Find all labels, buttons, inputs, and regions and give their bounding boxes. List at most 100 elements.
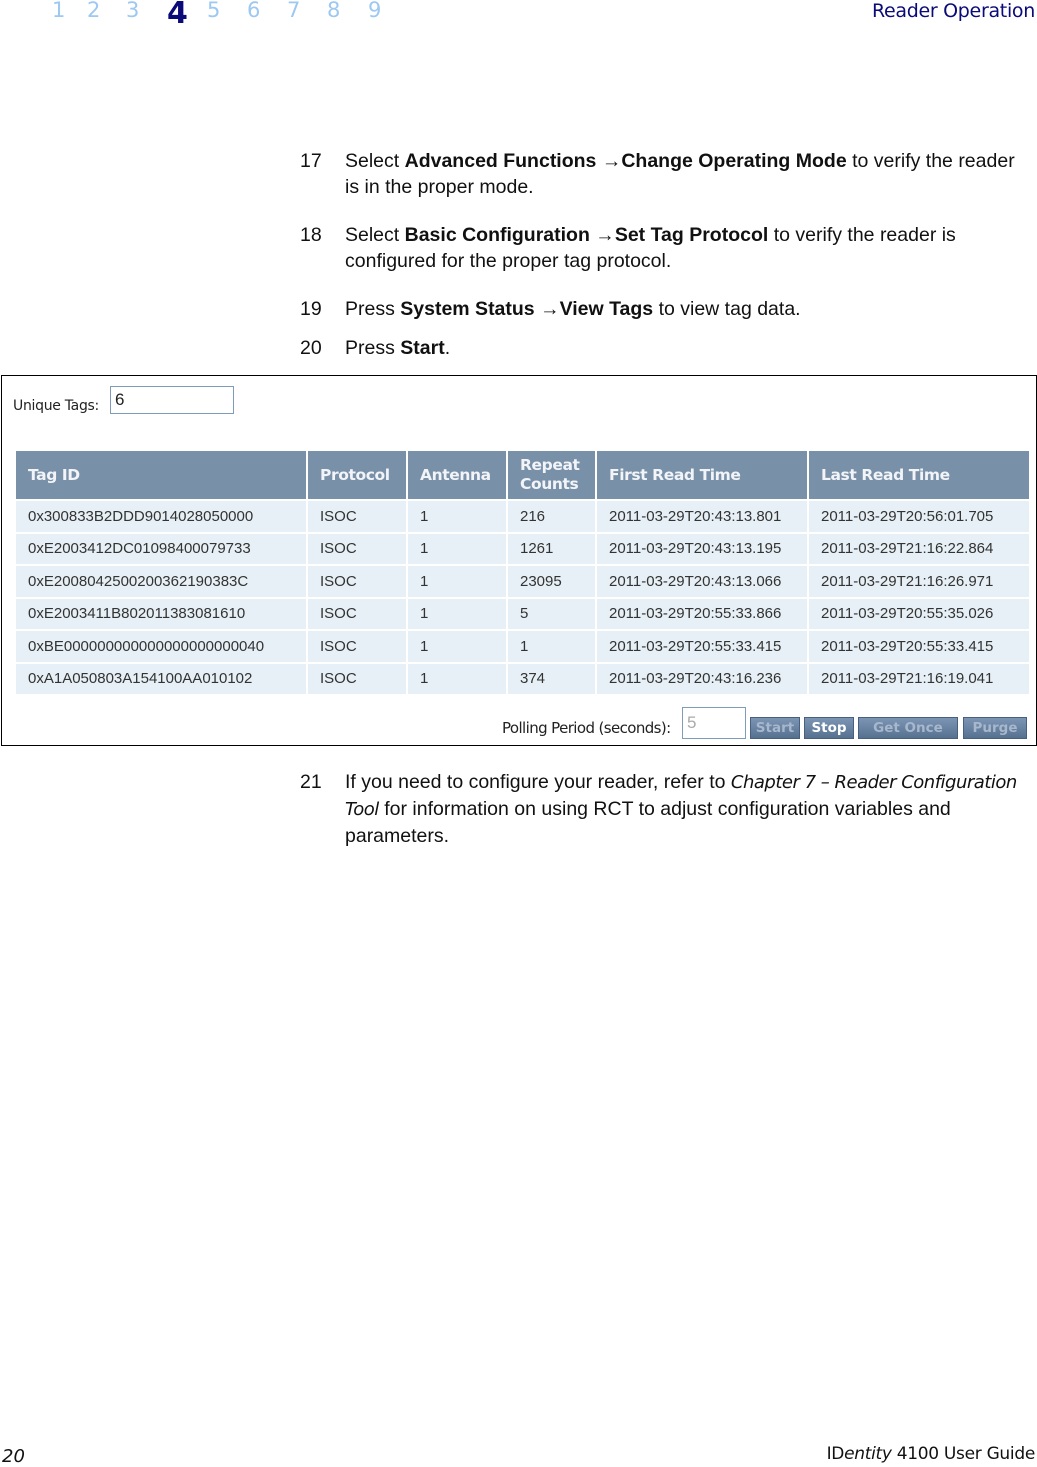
repeat-count-cell: 1261 [508, 533, 595, 564]
chapter-link-8[interactable]: 8 [327, 0, 340, 22]
chapter-link-9[interactable]: 9 [368, 0, 381, 22]
column-header-tag-id: Tag ID [16, 451, 306, 499]
first-read-time-cell: 2011-03-29T20:43:13.195 [597, 533, 807, 564]
step-21: 21 If you need to configure your reader,… [300, 769, 1030, 849]
table-row: 0x300833B2DDD9014028050000 ISOC 1 216 2011-0… [16, 501, 1029, 532]
protocol-cell: ISOC [308, 533, 406, 564]
step-20: 20 Press Start. [300, 335, 1030, 361]
menu-name: System Status [400, 298, 535, 320]
first-read-time-cell: 2011-03-29T20:43:13.801 [597, 501, 807, 532]
antenna-cell: 1 [408, 598, 506, 629]
step-text: Select Basic Configuration →Set Tag Prot… [345, 222, 1030, 274]
antenna-cell: 1 [408, 566, 506, 597]
menu-item-name: View Tags [559, 298, 654, 320]
menu-name: Advanced Functions [404, 150, 597, 172]
get-once-button[interactable]: Get Once [858, 717, 958, 739]
step-number: 20 [300, 337, 322, 359]
table-row: 0xBE000000000000000000000040 ISOC 1 1 2011-0… [16, 631, 1029, 662]
unique-tags-label: Unique Tags: [13, 398, 99, 414]
protocol-cell: ISOC [308, 566, 406, 597]
guide-title: IDentity 4100 User Guide [827, 1444, 1036, 1464]
page-number: 20 [2, 1446, 25, 1467]
protocol-cell: ISOC [308, 598, 406, 629]
step-text: Select Advanced Functions →Change Operat… [345, 148, 1030, 200]
last-read-time-cell: 2011-03-29T21:16:19.041 [809, 663, 1029, 694]
table-row: 0xA1A050803A154100AA010102 ISOC 1 374 2011-0… [16, 663, 1029, 694]
table-row: 0xE2003412DC01098400079733 ISOC 1 1261 2011-… [16, 533, 1029, 564]
repeat-count-cell: 1 [508, 631, 595, 662]
start-button[interactable]: Start [750, 717, 800, 739]
repeat-count-cell: 23095 [508, 566, 595, 597]
last-read-time-cell: 2011-03-29T20:56:01.705 [809, 501, 1029, 532]
chapter-link-3[interactable]: 3 [126, 0, 139, 22]
protocol-cell: ISOC [308, 631, 406, 662]
column-header-first-read-time: First Read Time [597, 451, 807, 499]
arrow-icon: → [596, 150, 622, 172]
chapter-link-4-current[interactable]: 4 [167, 0, 188, 31]
chapter-link-5[interactable]: 5 [207, 0, 220, 22]
tags-table-body: 0x300833B2DDD9014028050000 ISOC 1 216 2011-0… [16, 501, 1029, 694]
chapter-link-2[interactable]: 2 [87, 0, 100, 22]
last-read-time-cell: 2011-03-29T20:55:35.026 [809, 598, 1029, 629]
antenna-cell: 1 [408, 501, 506, 532]
table-row: 0xE2003411B802011383081610 ISOC 1 5 2011-03-… [16, 598, 1029, 629]
antenna-cell: 1 [408, 631, 506, 662]
last-read-time-cell: 2011-03-29T21:16:26.971 [809, 566, 1029, 597]
first-read-time-cell: 2011-03-29T20:43:16.236 [597, 663, 807, 694]
tag-id-cell: 0xE2003412DC01098400079733 [16, 533, 306, 564]
tag-id-cell: 0xA1A050803A154100AA010102 [16, 663, 306, 694]
last-read-time-cell: 2011-03-29T21:16:22.864 [809, 533, 1029, 564]
step-text-part: Press [345, 337, 401, 359]
repeat-count-cell: 5 [508, 598, 595, 629]
repeat-count-cell: 374 [508, 663, 595, 694]
section-title: Reader Operation [871, 0, 1035, 22]
table-row: 0xE2008042500200362190383C ISOC 1 23095 2011… [16, 566, 1029, 597]
step-text-part: Press [345, 298, 401, 320]
step-18: 18 Select Basic Configuration →Set Tag P… [300, 222, 1030, 274]
step-text-part: Select [345, 150, 405, 172]
menu-item-name: Set Tag Protocol [614, 224, 769, 246]
tags-table: Tag ID Protocol Antenna Repeat Counts Fi… [14, 449, 1031, 696]
first-read-time-cell: 2011-03-29T20:43:13.066 [597, 566, 807, 597]
button-name: Start [400, 337, 445, 359]
step-text-part: Select [345, 224, 405, 246]
antenna-cell: 1 [408, 663, 506, 694]
table-header-row: Tag ID Protocol Antenna Repeat Counts Fi… [16, 451, 1029, 499]
guide-title-italic: entity [844, 1444, 892, 1464]
menu-item-name: Change Operating Mode [621, 150, 847, 172]
column-header-repeat-counts: Repeat Counts [508, 451, 595, 499]
column-header-protocol: Protocol [308, 451, 406, 499]
chapter-link-6[interactable]: 6 [247, 0, 260, 22]
first-read-time-cell: 2011-03-29T20:55:33.415 [597, 631, 807, 662]
protocol-cell: ISOC [308, 663, 406, 694]
step-text: Press System Status →View Tags to view t… [345, 296, 1030, 322]
chapter-link-1[interactable]: 1 [52, 0, 65, 22]
step-text-part: for information on using RCT to adjust c… [345, 798, 951, 847]
tag-id-cell: 0xE2008042500200362190383C [16, 566, 306, 597]
arrow-icon: → [589, 224, 615, 246]
column-header-last-read-time: Last Read Time [809, 451, 1029, 499]
step-number: 19 [300, 298, 322, 320]
step-number: 17 [300, 150, 322, 172]
step-text-part: . [444, 337, 451, 359]
first-read-time-cell: 2011-03-29T20:55:33.866 [597, 598, 807, 629]
step-text: Press Start. [345, 335, 1030, 361]
column-header-antenna: Antenna [408, 451, 506, 499]
purge-button[interactable]: Purge [963, 717, 1027, 739]
step-17: 17 Select Advanced Functions →Change Ope… [300, 148, 1030, 200]
step-19: 19 Press System Status →View Tags to vie… [300, 296, 1030, 322]
polling-period-label: Polling Period (seconds): [502, 719, 671, 737]
unique-tags-field[interactable] [110, 386, 234, 414]
stop-button[interactable]: Stop [804, 717, 854, 739]
step-number: 18 [300, 224, 322, 246]
chapter-link-7[interactable]: 7 [287, 0, 300, 22]
step-text-part: If you need to configure your reader, re… [345, 771, 731, 793]
step-text-part: to view tag data. [653, 298, 801, 320]
tag-id-cell: 0xE2003411B802011383081610 [16, 598, 306, 629]
step-number: 21 [300, 771, 322, 793]
step-text: If you need to configure your reader, re… [345, 769, 1030, 849]
polling-period-field[interactable] [682, 707, 746, 739]
tag-id-cell: 0xBE000000000000000000000040 [16, 631, 306, 662]
last-read-time-cell: 2011-03-29T20:55:33.415 [809, 631, 1029, 662]
menu-name: Basic Configuration [404, 224, 590, 246]
